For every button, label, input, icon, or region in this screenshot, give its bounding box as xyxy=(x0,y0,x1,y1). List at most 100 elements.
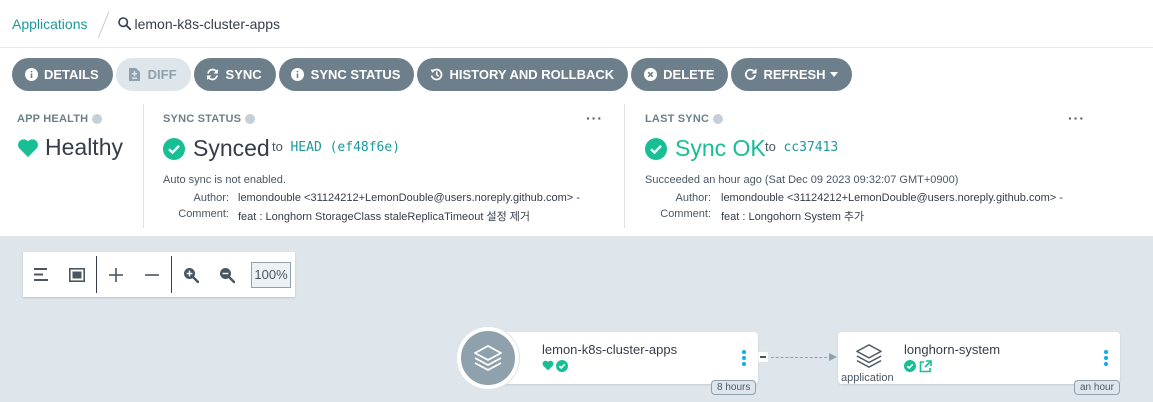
info-icon xyxy=(24,68,38,82)
sync-status-more-icon[interactable]: ··· xyxy=(586,111,603,125)
author-label: Author: xyxy=(675,192,711,204)
app-node-root[interactable]: lemon-k8s-cluster-apps xyxy=(488,332,758,384)
sync-status-heading: SYNC STATUS xyxy=(163,113,256,125)
chevron-down-icon[interactable] xyxy=(829,72,838,77)
zoom-in-icon[interactable] xyxy=(173,252,209,297)
status-panel: APP HEALTH Healthy SYNC STATUS ··· Synce… xyxy=(0,102,1153,236)
layers-icon xyxy=(856,344,882,368)
node-age-badge: an hour xyxy=(1074,380,1120,395)
app-health-label: APP HEALTH xyxy=(17,113,89,125)
last-sync-target-to: to xyxy=(765,139,776,154)
last-sync-target: to cc37413 xyxy=(765,139,838,155)
last-sync-value-row[interactable]: Sync OK xyxy=(645,135,766,162)
node-kind: application xyxy=(841,372,894,384)
collapse-toggle[interactable] xyxy=(757,351,769,363)
heart-icon xyxy=(542,360,554,371)
expand-plus-icon[interactable] xyxy=(98,252,134,297)
divider xyxy=(143,104,144,228)
history-rollback-label: HISTORY AND ROLLBACK xyxy=(449,67,615,82)
check-circle-icon xyxy=(163,137,185,160)
app-toolbar: DETAILS DIFF SYNC SYNC STATUS HISTORY AN… xyxy=(12,58,852,91)
last-sync-more-icon[interactable]: ··· xyxy=(1068,111,1085,125)
comment-label: Comment: xyxy=(660,208,711,220)
sync-button[interactable]: SYNC xyxy=(193,58,276,91)
search-icon xyxy=(117,17,131,30)
diff-label: DIFF xyxy=(147,67,177,82)
toolbar-divider xyxy=(96,256,97,293)
divider xyxy=(624,104,625,228)
diff-button[interactable]: DIFF xyxy=(115,58,191,91)
node-name: lemon-k8s-cluster-apps xyxy=(542,342,678,357)
layers-icon xyxy=(474,345,502,371)
app-node-child[interactable]: application longhorn-system xyxy=(838,332,1120,384)
sync-status-value-row[interactable]: Synced xyxy=(163,135,270,162)
check-circle-icon xyxy=(645,137,667,160)
node-age-badge: 8 hours xyxy=(711,380,757,395)
author-label: Author: xyxy=(193,192,229,204)
history-rollback-button[interactable]: HISTORY AND ROLLBACK xyxy=(417,58,629,91)
node-status-icons xyxy=(542,360,568,372)
delete-icon xyxy=(643,68,657,82)
collapse-minus-icon[interactable] xyxy=(134,252,170,297)
graph-toolbar: 100% xyxy=(23,252,295,297)
delete-label: DELETE xyxy=(663,67,715,82)
refresh-button[interactable]: REFRESH xyxy=(731,58,852,91)
help-icon[interactable] xyxy=(92,114,103,124)
current-app-name: lemon-k8s-cluster-apps xyxy=(134,15,281,32)
node-menu-icon[interactable] xyxy=(1104,350,1108,368)
sync-status-heading-label: SYNC STATUS xyxy=(163,113,242,125)
sync-status-label: SYNC STATUS xyxy=(310,67,401,82)
sync-label: SYNC xyxy=(225,67,262,82)
resource-tree-canvas[interactable]: 100% lemon-k8s-cluster-apps 8 hours appl… xyxy=(0,236,1153,402)
details-button[interactable]: DETAILS xyxy=(12,58,113,91)
check-circle-icon xyxy=(556,360,568,372)
auto-sync-note: Auto sync is not enabled. xyxy=(163,174,286,186)
sync-status-value: Synced xyxy=(193,135,270,161)
last-sync-label: LAST SYNC xyxy=(645,113,710,125)
info-icon xyxy=(291,68,305,82)
toolbar-divider xyxy=(171,256,172,293)
align-left-icon[interactable] xyxy=(23,252,59,297)
zoom-out-icon[interactable] xyxy=(209,252,245,297)
sync-status-button[interactable]: SYNC STATUS xyxy=(278,58,415,91)
app-health-status[interactable]: Healthy xyxy=(17,134,123,161)
comment-value: feat : Longhorn StorageClass staleReplic… xyxy=(238,211,530,223)
node-status-icons xyxy=(904,360,932,373)
breadcrumb-separator xyxy=(98,11,110,37)
app-health-value: Healthy xyxy=(45,134,123,160)
author-value: lemondouble <31124212+LemonDouble@users.… xyxy=(721,192,1063,204)
node-connector xyxy=(766,357,832,358)
last-sync-value: Sync OK xyxy=(675,135,766,161)
fit-to-screen-icon[interactable] xyxy=(59,252,95,297)
file-diff-icon xyxy=(128,68,142,82)
delete-button[interactable]: DELETE xyxy=(631,58,729,91)
last-sync-note: Succeeded an hour ago (Sat Dec 09 2023 0… xyxy=(645,174,959,186)
comment-value: feat : Longohorn System 추가 xyxy=(721,211,865,223)
node-menu-icon[interactable] xyxy=(742,350,746,368)
heart-icon xyxy=(18,138,38,157)
help-icon[interactable] xyxy=(713,114,724,124)
details-label: DETAILS xyxy=(44,67,99,82)
zoom-level[interactable]: 100% xyxy=(251,261,291,288)
sync-icon xyxy=(206,68,220,82)
author-value: lemondouble <31124212+LemonDouble@users.… xyxy=(238,192,580,204)
sync-target-to: to xyxy=(272,139,283,154)
breadcrumb-current[interactable]: lemon-k8s-cluster-apps xyxy=(117,15,281,32)
sync-revision-link[interactable]: HEAD (ef48f6e) xyxy=(290,140,400,155)
top-bar: Applications lemon-k8s-cluster-apps xyxy=(0,0,1153,48)
refresh-label: REFRESH xyxy=(763,67,826,82)
connector-arrow-icon xyxy=(829,353,837,361)
refresh-icon xyxy=(743,68,757,82)
app-node-circle[interactable] xyxy=(457,327,519,389)
external-link-icon[interactable] xyxy=(919,360,932,373)
breadcrumb-applications-link[interactable]: Applications xyxy=(12,16,88,32)
node-name: longhorn-system xyxy=(904,342,1001,357)
check-circle-icon xyxy=(904,360,916,372)
last-sync-heading: LAST SYNC xyxy=(645,113,724,125)
app-health-heading: APP HEALTH xyxy=(17,113,103,125)
last-sync-revision-link[interactable]: cc37413 xyxy=(783,140,838,155)
history-icon xyxy=(429,68,443,82)
help-icon[interactable] xyxy=(245,114,256,124)
comment-label: Comment: xyxy=(178,208,229,220)
sync-target: to HEAD (ef48f6e) xyxy=(272,139,400,155)
